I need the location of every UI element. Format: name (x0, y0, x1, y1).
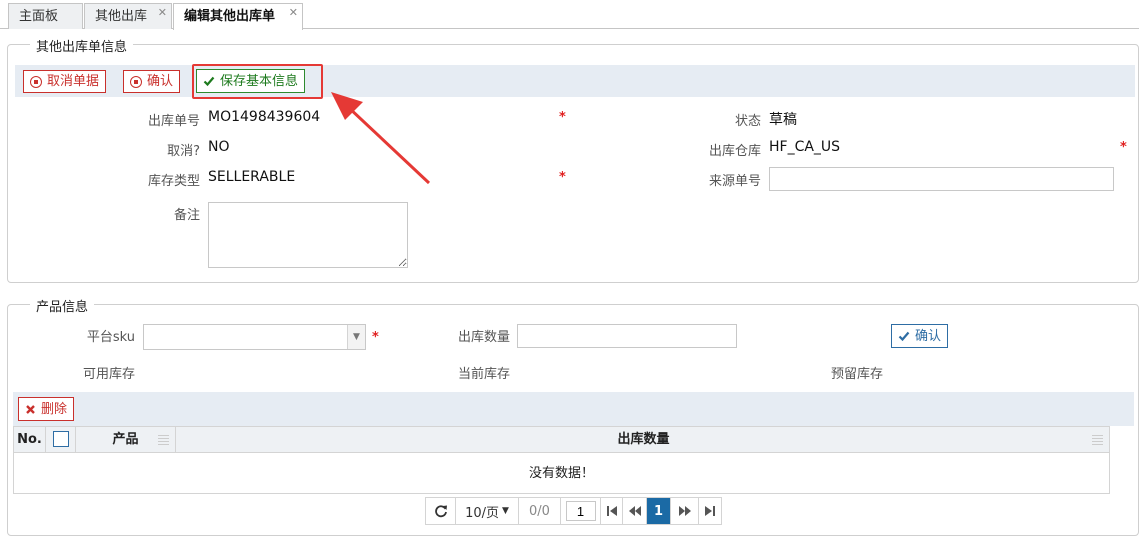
page-size-label: 10/页 (465, 505, 499, 521)
tab-label: 其他出库 (95, 9, 148, 24)
source-no-input[interactable] (769, 167, 1114, 191)
remark-label: 备注 (173, 208, 200, 223)
current-stock-label: 当前库存 (457, 367, 510, 382)
pager: 10/页 ▼ 0/0 1 (425, 497, 722, 525)
next-page-button[interactable] (671, 498, 699, 524)
remark-textarea[interactable] (208, 202, 408, 268)
required-mark: * (559, 110, 566, 125)
prev-page-icon (628, 506, 641, 516)
order-no-label: 出库单号 (147, 114, 200, 129)
grid-header: No. 产品 出库数量 (14, 427, 1109, 453)
select-all-checkbox[interactable] (53, 431, 69, 447)
col-product-header[interactable]: 产品 (76, 427, 176, 453)
prev-page-button[interactable] (623, 498, 647, 524)
platform-sku-label: 平台sku (86, 330, 135, 345)
column-menu-icon[interactable] (1092, 435, 1103, 445)
status-value: 草稿 (769, 112, 797, 128)
required-mark: * (559, 170, 566, 185)
close-icon[interactable]: ✕ (158, 0, 167, 25)
chevron-down-icon: ▼ (502, 506, 509, 516)
confirm-order-button[interactable]: 确认 (123, 70, 181, 93)
platform-sku-select[interactable]: ▼ (143, 324, 366, 350)
status-label: 状态 (734, 114, 761, 129)
grid-empty-text: 没有数据！ (528, 466, 594, 481)
cancel-order-button[interactable]: 取消单据 (23, 70, 107, 93)
delete-x-icon (26, 404, 35, 414)
tab-edit-other-outbound[interactable]: 编辑其他出库单 ✕ (173, 3, 303, 30)
cancelled-value: NO (208, 139, 230, 155)
col-qty-header[interactable]: 出库数量 (176, 427, 1111, 453)
stock-type-value: SELLERABLE (208, 169, 296, 185)
page-size-select[interactable]: 10/页 ▼ (456, 498, 519, 524)
save-basic-info-label: 保存基本信息 (220, 73, 299, 89)
check-icon (203, 76, 215, 87)
tab-dashboard[interactable]: 主面板 (8, 3, 83, 29)
page-input-cell (561, 498, 601, 524)
tab-label: 编辑其他出库单 (184, 9, 276, 24)
delete-button[interactable]: 删除 (18, 397, 75, 421)
annotation-arrow-icon (331, 92, 431, 185)
col-select-header (46, 427, 76, 453)
cancel-order-label: 取消单据 (47, 74, 100, 89)
reserved-stock-label: 预留库存 (830, 367, 883, 382)
required-mark: * (372, 330, 379, 345)
col-no-header: No. (14, 427, 46, 453)
chevron-down-icon[interactable]: ▼ (347, 325, 365, 349)
confirm-product-button[interactable]: 确认 (891, 324, 949, 348)
stop-icon (130, 75, 142, 88)
stop-icon (30, 75, 42, 88)
order-info-legend: 其他出库单信息 (30, 36, 134, 55)
col-qty-label: 出库数量 (617, 432, 670, 447)
stock-type-label: 库存类型 (147, 174, 200, 189)
first-page-icon (606, 506, 617, 516)
col-product-label: 产品 (112, 432, 139, 447)
cancelled-label: 取消? (167, 144, 200, 159)
last-page-button[interactable] (699, 498, 721, 524)
product-grid: No. 产品 出库数量 没有数据！ (13, 426, 1110, 494)
save-basic-info-button[interactable]: 保存基本信息 (196, 69, 306, 93)
order-toolbar (15, 65, 1135, 97)
column-menu-icon[interactable] (158, 435, 169, 445)
product-toolbar (13, 392, 1134, 426)
next-page-icon (678, 506, 691, 516)
tab-other-outbound[interactable]: 其他出库 ✕ (84, 3, 172, 29)
check-icon (898, 331, 910, 342)
qty-label: 出库数量 (457, 330, 510, 345)
tab-label: 主面板 (19, 9, 59, 24)
refresh-icon (434, 505, 447, 518)
confirm-order-label: 确认 (147, 74, 174, 89)
last-page-icon (705, 506, 715, 516)
confirm-product-label: 确认 (915, 328, 942, 344)
tab-bar: 主面板 其他出库 ✕ 编辑其他出库单 ✕ (0, 0, 1139, 30)
warehouse-label: 出库仓库 (708, 144, 761, 159)
source-no-label: 来源单号 (708, 174, 761, 189)
order-no-value: MO1498439604 (208, 109, 321, 125)
current-page-button[interactable]: 1 (647, 498, 671, 524)
qty-input[interactable] (517, 324, 737, 348)
page-input[interactable] (565, 501, 596, 521)
page-range: 0/0 (519, 498, 561, 524)
first-page-button[interactable] (601, 498, 623, 524)
required-mark: * (1120, 140, 1127, 155)
refresh-button[interactable] (426, 498, 456, 524)
delete-label: 删除 (41, 401, 68, 417)
product-info-legend: 产品信息 (30, 296, 95, 315)
close-icon[interactable]: ✕ (289, 0, 298, 25)
available-stock-label: 可用库存 (82, 367, 135, 382)
warehouse-value: HF_CA_US (769, 139, 841, 155)
